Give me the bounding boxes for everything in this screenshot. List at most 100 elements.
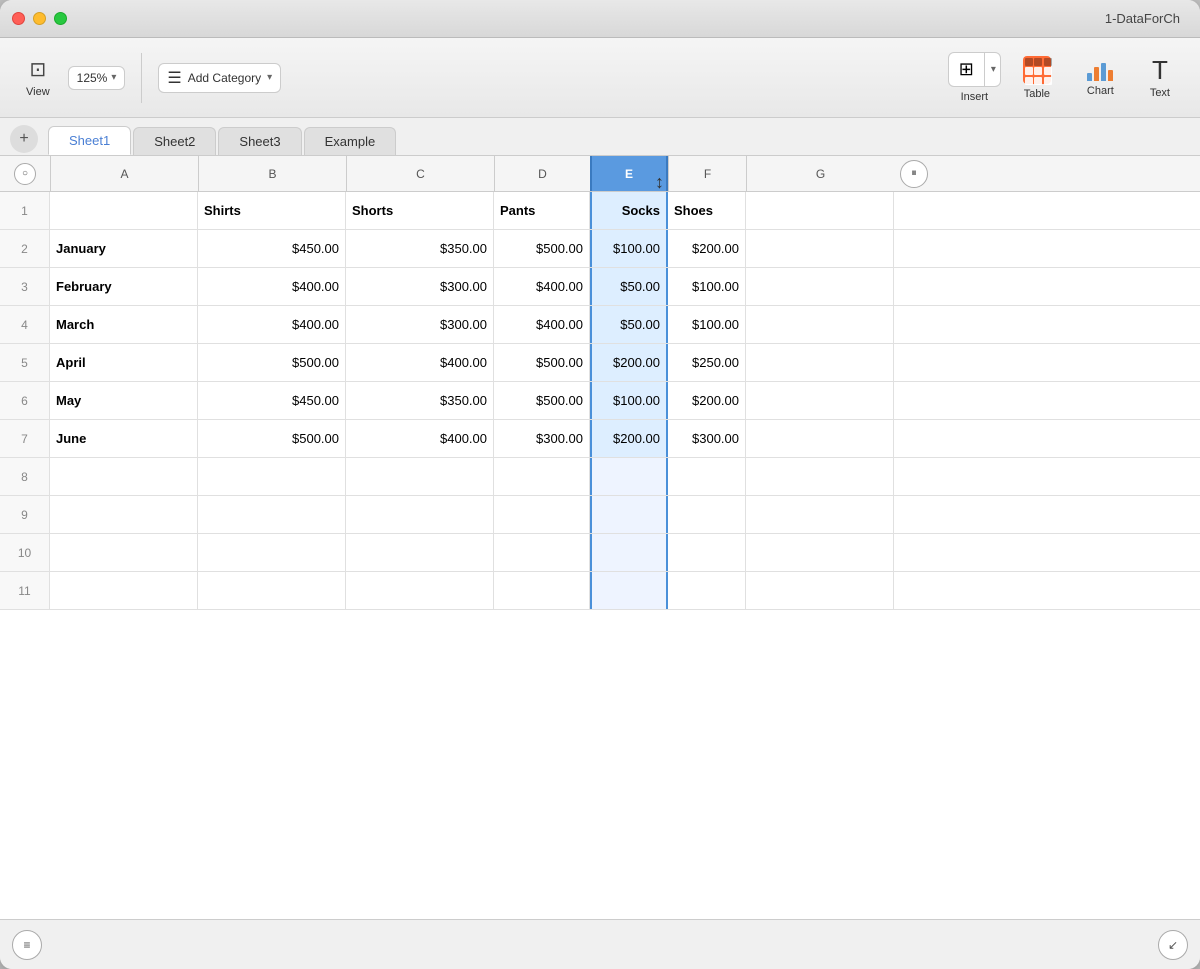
cell-3-g[interactable] (746, 268, 894, 305)
col-header-d[interactable]: D (494, 156, 590, 191)
cell-2-b[interactable]: $450.00 (198, 230, 346, 267)
cell-9-f[interactable] (668, 496, 746, 533)
sheet-tab-1[interactable]: Sheet2 (133, 127, 216, 155)
cell-4-f[interactable]: $100.00 (668, 306, 746, 343)
cell-7-b[interactable]: $500.00 (198, 420, 346, 457)
cell-3-d[interactable]: $400.00 (494, 268, 590, 305)
cell-6-e[interactable]: $100.00 (590, 382, 668, 419)
cell-10-g[interactable] (746, 534, 894, 571)
cell-8-g[interactable] (746, 458, 894, 495)
cell-3-f[interactable]: $100.00 (668, 268, 746, 305)
cell-6-f[interactable]: $200.00 (668, 382, 746, 419)
col-header-e[interactable]: E (590, 156, 668, 191)
cell-1-g[interactable] (746, 192, 894, 229)
cell-5-a[interactable]: April (50, 344, 198, 381)
cell-7-g[interactable] (746, 420, 894, 457)
cell-5-e[interactable]: $200.00 (590, 344, 668, 381)
close-button[interactable] (12, 12, 25, 25)
cell-8-f[interactable] (668, 458, 746, 495)
cell-5-c[interactable]: $400.00 (346, 344, 494, 381)
table-button[interactable]: Table (1009, 50, 1065, 106)
cell-10-d[interactable] (494, 534, 590, 571)
cell-2-f[interactable]: $200.00 (668, 230, 746, 267)
cell-7-f[interactable]: $300.00 (668, 420, 746, 457)
pause-button[interactable]: ⏸ (900, 160, 928, 188)
cell-6-g[interactable] (746, 382, 894, 419)
cell-1-e[interactable]: Socks (590, 192, 668, 229)
cell-6-b[interactable]: $450.00 (198, 382, 346, 419)
col-header-a[interactable]: A (50, 156, 198, 191)
sheet-tab-0[interactable]: Sheet1 (48, 126, 131, 155)
select-all-button[interactable]: ○ (14, 163, 36, 185)
cell-9-g[interactable] (746, 496, 894, 533)
cell-3-a[interactable]: February (50, 268, 198, 305)
cell-10-e[interactable] (590, 534, 668, 571)
cell-9-b[interactable] (198, 496, 346, 533)
cell-1-d[interactable]: Pants (494, 192, 590, 229)
cell-5-g[interactable] (746, 344, 894, 381)
cell-7-a[interactable]: June (50, 420, 198, 457)
cell-9-a[interactable] (50, 496, 198, 533)
cell-8-e[interactable] (590, 458, 668, 495)
text-button[interactable]: T Text (1136, 51, 1184, 105)
cell-11-b[interactable] (198, 572, 346, 609)
cell-2-c[interactable]: $350.00 (346, 230, 494, 267)
zoom-control[interactable]: 125% ▾ (68, 66, 126, 90)
cell-5-d[interactable]: $500.00 (494, 344, 590, 381)
cell-8-a[interactable] (50, 458, 198, 495)
cell-8-d[interactable] (494, 458, 590, 495)
cell-5-b[interactable]: $500.00 (198, 344, 346, 381)
maximize-button[interactable] (54, 12, 67, 25)
cell-6-a[interactable]: May (50, 382, 198, 419)
cell-1-b[interactable]: Shirts (198, 192, 346, 229)
col-header-f[interactable]: F (668, 156, 746, 191)
cell-4-d[interactable]: $400.00 (494, 306, 590, 343)
col-header-c[interactable]: C (346, 156, 494, 191)
bottom-menu-button[interactable]: ≡ (12, 930, 42, 960)
cell-10-f[interactable] (668, 534, 746, 571)
cell-3-e[interactable]: $50.00 (590, 268, 668, 305)
add-category-button[interactable]: ☰ Add Category ▾ (158, 63, 281, 93)
cell-6-c[interactable]: $350.00 (346, 382, 494, 419)
cell-7-d[interactable]: $300.00 (494, 420, 590, 457)
col-header-g[interactable]: G (746, 156, 894, 191)
cell-10-a[interactable] (50, 534, 198, 571)
cell-2-a[interactable]: January (50, 230, 198, 267)
insert-button[interactable]: ⊞ ▾ (948, 52, 1001, 87)
add-sheet-button[interactable]: + (10, 125, 38, 153)
cell-11-a[interactable] (50, 572, 198, 609)
cell-4-c[interactable]: $300.00 (346, 306, 494, 343)
cell-7-c[interactable]: $400.00 (346, 420, 494, 457)
cell-5-f[interactable]: $250.00 (668, 344, 746, 381)
cell-11-e[interactable] (590, 572, 668, 609)
view-button[interactable]: ⊡ View (16, 51, 60, 104)
cell-11-g[interactable] (746, 572, 894, 609)
cell-9-d[interactable] (494, 496, 590, 533)
cell-11-f[interactable] (668, 572, 746, 609)
cell-4-a[interactable]: March (50, 306, 198, 343)
cell-4-g[interactable] (746, 306, 894, 343)
cell-8-b[interactable] (198, 458, 346, 495)
cell-3-c[interactable]: $300.00 (346, 268, 494, 305)
minimize-button[interactable] (33, 12, 46, 25)
col-header-b[interactable]: B (198, 156, 346, 191)
cell-4-e[interactable]: $50.00 (590, 306, 668, 343)
cell-2-e[interactable]: $100.00 (590, 230, 668, 267)
cell-10-b[interactable] (198, 534, 346, 571)
cell-1-f[interactable]: Shoes (668, 192, 746, 229)
cell-4-b[interactable]: $400.00 (198, 306, 346, 343)
cell-6-d[interactable]: $500.00 (494, 382, 590, 419)
chart-button[interactable]: Chart (1073, 53, 1128, 103)
cell-1-a[interactable] (50, 192, 198, 229)
cell-1-c[interactable]: Shorts (346, 192, 494, 229)
cell-7-e[interactable]: $200.00 (590, 420, 668, 457)
cell-10-c[interactable] (346, 534, 494, 571)
cell-9-c[interactable] (346, 496, 494, 533)
cell-2-d[interactable]: $500.00 (494, 230, 590, 267)
cell-9-e[interactable] (590, 496, 668, 533)
cell-2-g[interactable] (746, 230, 894, 267)
cell-11-d[interactable] (494, 572, 590, 609)
cell-3-b[interactable]: $400.00 (198, 268, 346, 305)
cell-8-c[interactable] (346, 458, 494, 495)
cell-11-c[interactable] (346, 572, 494, 609)
